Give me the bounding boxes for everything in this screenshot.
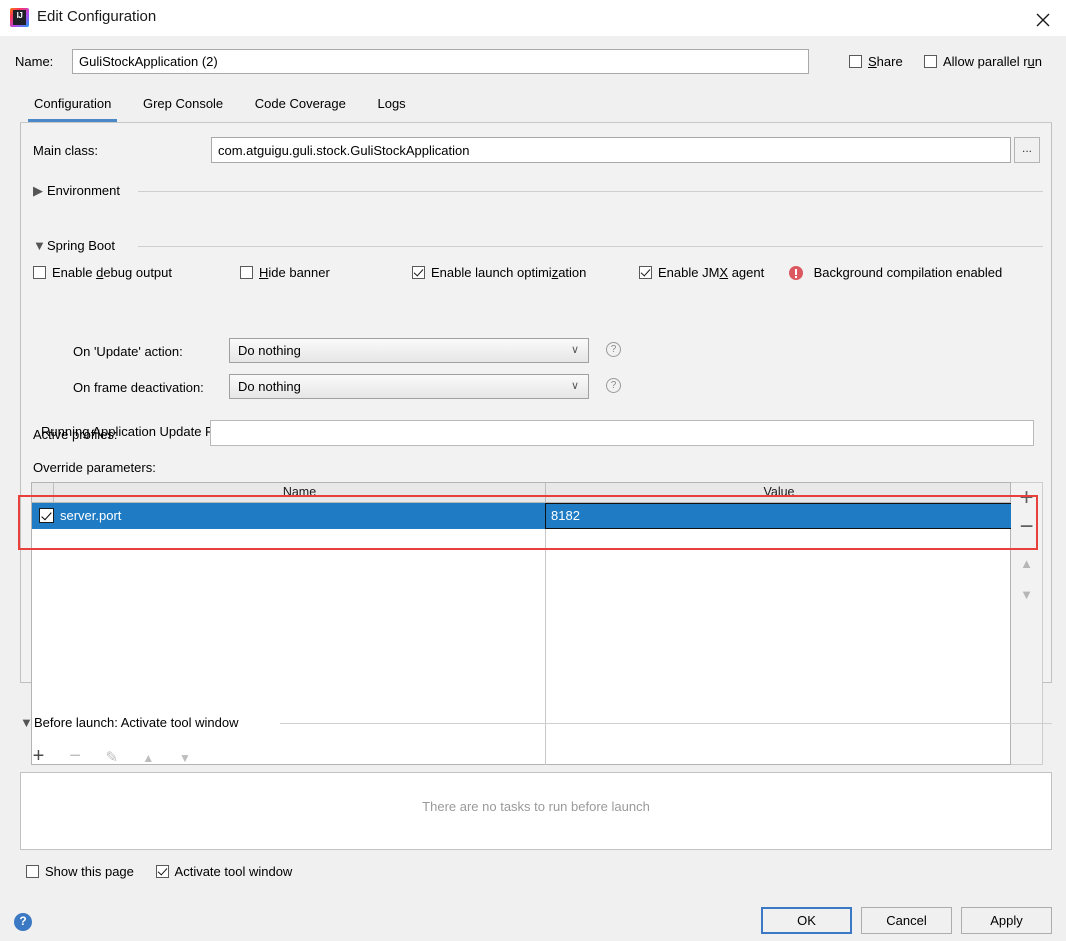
table-row[interactable]: server.port 8182 [32,503,1012,529]
environment-section-header[interactable]: ▶ Environment [33,183,1043,199]
window-title: Edit Configuration [37,8,157,25]
spring-boot-section-label: Spring Boot [47,238,115,253]
on-update-action-help-icon[interactable]: ? [606,342,621,357]
chevron-right-icon: ▶ [33,183,43,198]
error-circle-icon [789,266,803,280]
row-enabled-checkbox[interactable] [39,508,54,523]
show-this-page-label: Show this page [45,864,134,879]
chevron-down-icon: ▼ [20,715,33,730]
hide-banner-box[interactable] [240,266,253,279]
on-update-action-label: On 'Update' action: [73,344,183,359]
allow-parallel-run-checkbox[interactable]: Allow parallel run [924,54,1042,69]
remove-task-button: − [69,745,81,767]
share-label: Share [868,54,903,69]
activate-tool-window-box[interactable] [155,865,169,878]
allow-parallel-run-checkbox-box[interactable] [924,55,937,68]
chevron-down-icon: ∨ [570,380,579,392]
move-down-button[interactable]: ▼ [1011,582,1042,612]
chevron-down-icon: ∨ [570,344,579,356]
main-class-label: Main class: [33,143,99,158]
before-launch-divider [280,723,1052,724]
enable-jmx-agent-checkbox[interactable]: Enable JMX agent [639,265,764,280]
share-checkbox[interactable]: Share [849,54,903,69]
hide-banner-label: Hide banner [259,265,330,280]
column-divider-body [545,503,546,765]
before-launch-label: Before launch: Activate tool window [34,715,239,730]
title-bar: IJ Edit Configuration [0,0,1066,36]
on-update-action-value: Do nothing [238,343,301,358]
spring-boot-section-header[interactable]: ▼Spring Boot [33,238,1043,253]
active-profiles-input[interactable] [210,420,1034,446]
chevron-down-icon: ▼ [33,238,46,253]
column-header-value[interactable]: Value [546,483,1012,502]
close-icon[interactable] [1020,0,1066,36]
show-this-page-checkbox[interactable]: Show this page [26,864,134,879]
row-name-cell[interactable]: server.port [60,503,121,529]
on-update-action-select[interactable]: Do nothing ∨ [229,338,589,363]
help-circle-icon[interactable]: ? [14,913,32,931]
enable-debug-output-checkbox[interactable]: Enable debug output [33,265,172,280]
before-launch-task-list[interactable]: There are no tasks to run before launch [20,772,1052,850]
remove-parameter-button[interactable]: − [1011,515,1042,546]
main-class-browse-button[interactable]: ... [1014,137,1040,163]
column-divider[interactable] [53,483,54,502]
tab-logs[interactable]: Logs [363,90,419,120]
before-launch-empty-text: There are no tasks to run before launch [422,799,650,814]
intellij-idea-logo-icon: IJ [10,8,29,27]
activate-tool-window-checkbox[interactable]: Activate tool window [155,864,293,879]
enable-jmx-agent-label: Enable JMX agent [658,265,765,280]
section-divider [138,246,1043,247]
show-this-page-box[interactable] [26,865,39,878]
cancel-button[interactable]: Cancel [861,907,952,934]
hide-banner-checkbox[interactable]: Hide banner [240,265,330,280]
background-compilation-warning: Background compilation enabled [789,265,1002,280]
configuration-panel: Main class: ... ▶Environment ▼Spring Boo… [20,123,1052,765]
active-profiles-label: Active profiles: [33,427,118,442]
enable-launch-optimization-box[interactable] [412,266,425,279]
row-value-text: 8182 [551,508,580,523]
edit-task-button: ✎ [105,749,119,766]
share-checkbox-box[interactable] [849,55,862,68]
ok-button[interactable]: OK [761,907,852,934]
enable-debug-output-box[interactable] [33,266,46,279]
move-task-up-button: ▲ [142,751,155,765]
main-class-input[interactable] [211,137,1011,163]
tab-configuration[interactable]: Configuration [20,90,125,122]
on-frame-deactivation-help-icon[interactable]: ? [606,378,621,393]
move-task-down-button: ▼ [179,751,191,765]
on-frame-deactivation-value: Do nothing [238,379,301,394]
enable-launch-optimization-checkbox[interactable]: Enable launch optimization [412,265,586,280]
activate-tool-window-label: Activate tool window [174,864,293,879]
enable-jmx-agent-box[interactable] [639,266,652,279]
tab-grep-console[interactable]: Grep Console [129,90,237,120]
add-task-button[interactable]: + [22,742,55,770]
override-parameters-label: Override parameters: [33,460,156,475]
allow-parallel-run-label: Allow parallel run [943,54,1043,69]
enable-debug-output-label: Enable debug output [52,265,173,280]
tab-bar: Configuration Grep Console Code Coverage… [20,90,420,122]
on-frame-deactivation-label: On frame deactivation: [73,380,204,395]
before-launch-toolbar: + − ✎ ▲ ▼ [22,742,202,770]
background-compilation-warning-label: Background compilation enabled [813,265,1003,280]
bottom-checkbox-row: Show this page Activate tool window [26,864,292,879]
tab-code-coverage[interactable]: Code Coverage [241,90,360,120]
on-frame-deactivation-select[interactable]: Do nothing ∨ [229,374,589,399]
name-input[interactable] [72,49,809,74]
add-parameter-button[interactable]: + [1011,485,1042,515]
table-header: Name Value [32,483,1010,503]
column-header-name[interactable]: Name [54,483,545,502]
move-up-button[interactable]: ▲ [1011,551,1042,581]
section-divider [138,191,1043,192]
apply-button[interactable]: Apply [961,907,1052,934]
name-label: Name: [15,54,54,69]
row-value-cell[interactable]: 8182 [545,503,1012,529]
enable-launch-optimization-label: Enable launch optimization [431,265,587,280]
environment-section-label: Environment [47,183,120,198]
before-launch-section-header[interactable]: ▼Before launch: Activate tool window [20,715,239,730]
